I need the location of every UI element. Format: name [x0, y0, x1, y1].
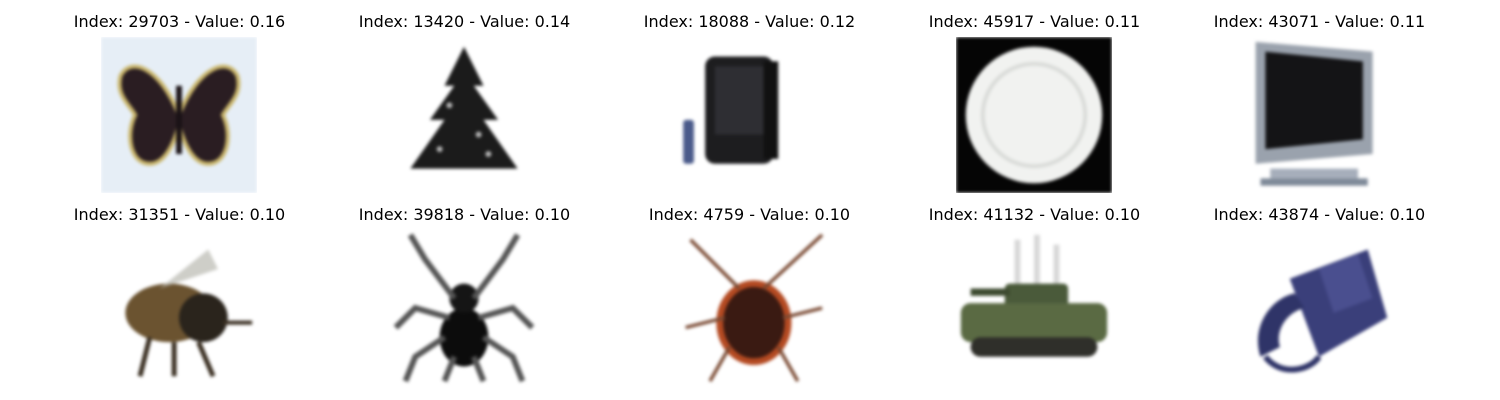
image-panel: Index: 41132 - Value: 0.10: [892, 205, 1177, 386]
plate-image: [956, 37, 1112, 193]
image-caption: Index: 29703 - Value: 0.16: [73, 12, 286, 31]
image-panel: Index: 13420 - Value: 0.14: [322, 12, 607, 193]
image-panel: Index: 45917 - Value: 0.11: [892, 12, 1177, 193]
flat-screen-tv-image: [1241, 37, 1397, 193]
image-panel: Index: 43071 - Value: 0.11: [1177, 12, 1462, 193]
pine-tree-image: [386, 37, 542, 193]
bee-image: [101, 230, 257, 386]
image-caption: Index: 18088 - Value: 0.12: [643, 12, 856, 31]
image-caption: Index: 31351 - Value: 0.10: [73, 205, 286, 224]
cockroach-image: [671, 230, 827, 386]
image-caption: Index: 4759 - Value: 0.10: [648, 205, 851, 224]
image-panel: Index: 4759 - Value: 0.10: [607, 205, 892, 386]
image-caption: Index: 41132 - Value: 0.10: [928, 205, 1141, 224]
image-panel: Index: 39818 - Value: 0.10: [322, 205, 607, 386]
tank-image: [956, 230, 1112, 386]
image-caption: Index: 13420 - Value: 0.14: [358, 12, 571, 31]
image-panel: Index: 18088 - Value: 0.12: [607, 12, 892, 193]
image-caption: Index: 45917 - Value: 0.11: [928, 12, 1141, 31]
image-caption: Index: 43874 - Value: 0.10: [1213, 205, 1426, 224]
image-panel: Index: 43874 - Value: 0.10: [1177, 205, 1462, 386]
telephone-image: [1241, 230, 1397, 386]
image-caption: Index: 39818 - Value: 0.10: [358, 205, 571, 224]
image-caption: Index: 43071 - Value: 0.11: [1213, 12, 1426, 31]
spider-image: [386, 230, 542, 386]
image-panel: Index: 29703 - Value: 0.16: [37, 12, 322, 193]
butterfly-image: [101, 37, 257, 193]
image-panel: Index: 31351 - Value: 0.10: [37, 205, 322, 386]
television-remote-image: [671, 37, 827, 193]
